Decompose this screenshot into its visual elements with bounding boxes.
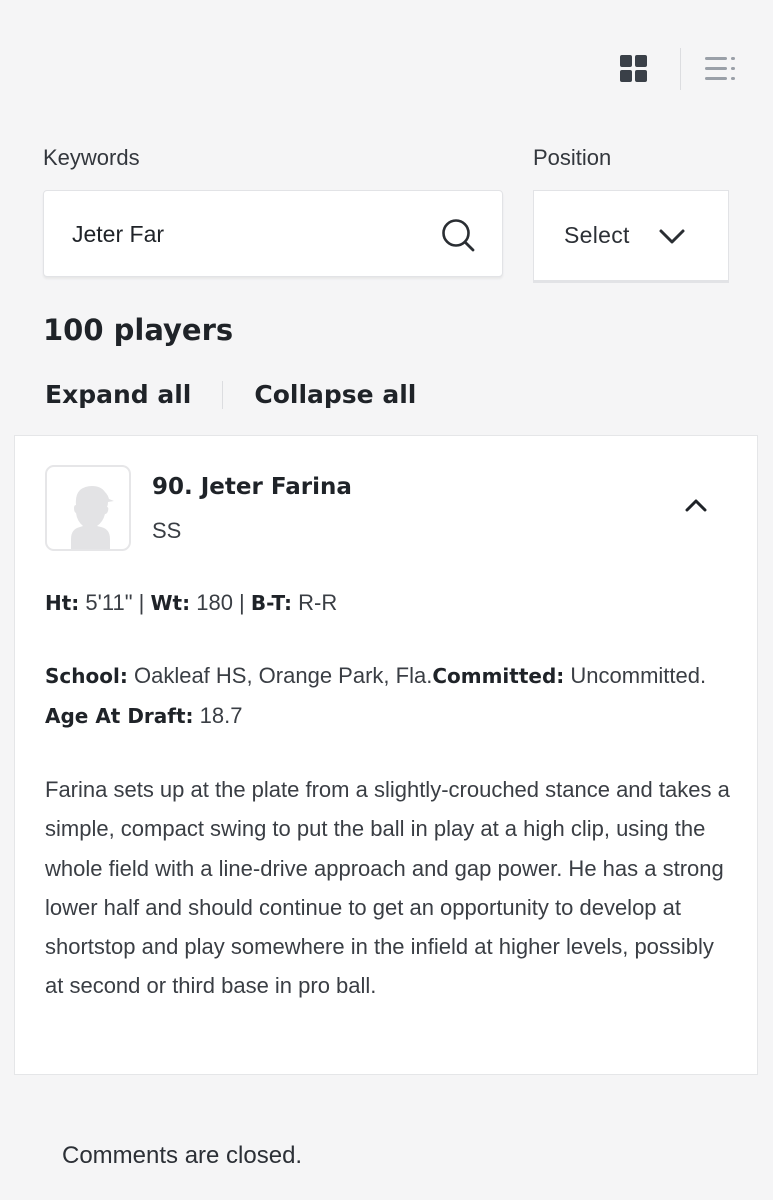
player-stats: Ht: 5'11" | Wt: 180 | B-T: R-R — [45, 590, 338, 615]
school-label: School: — [45, 664, 128, 688]
wt-label: Wt: — [150, 591, 191, 615]
keywords-search-box — [43, 190, 503, 277]
player-school-info: School: Oakleaf HS, Orange Park, Fla.Com… — [45, 656, 735, 736]
player-silhouette-icon — [71, 486, 114, 549]
committed-label: Committed: — [432, 664, 565, 688]
comments-closed-notice: Comments are closed. — [62, 1142, 303, 1169]
age-label: Age At Draft: — [45, 704, 194, 728]
school-value: Oakleaf HS, Orange Park, Fla. — [133, 663, 433, 688]
ht-label: Ht: — [45, 591, 80, 615]
keywords-input[interactable] — [72, 215, 432, 253]
position-select-value: Select — [564, 222, 630, 248]
list-view-icon — [705, 57, 735, 80]
ht-value: 5'11" — [85, 590, 133, 615]
age-value: 18.7 — [199, 703, 243, 728]
position-label: Position — [533, 145, 612, 170]
chevron-up-icon[interactable] — [683, 496, 709, 514]
toggle-divider — [680, 48, 681, 90]
collapse-all-button[interactable]: Collapse all — [254, 380, 416, 409]
chevron-down-icon — [659, 229, 685, 243]
player-name: 90. Jeter Farina — [152, 474, 352, 500]
player-description: Farina sets up at the plate from a sligh… — [45, 777, 730, 999]
grid-view-icon — [620, 55, 647, 82]
bt-label: B-T: — [250, 591, 293, 615]
list-view-button[interactable] — [705, 53, 737, 85]
grid-view-button[interactable] — [618, 53, 650, 85]
player-position: SS — [152, 518, 182, 543]
keywords-label: Keywords — [43, 145, 140, 170]
expand-collapse-actions: Expand all Collapse all — [45, 380, 416, 409]
player-card: 90. Jeter Farina SS Ht: 5'11" | Wt: 180 … — [14, 435, 758, 1075]
position-select[interactable]: Select — [533, 190, 729, 283]
avatar — [45, 465, 131, 551]
expand-all-button[interactable]: Expand all — [45, 380, 191, 409]
view-toggles — [618, 48, 737, 90]
actions-divider — [222, 380, 224, 409]
wt-value: 180 — [196, 590, 233, 615]
results-count: 100 players — [43, 313, 234, 347]
search-icon[interactable] — [440, 217, 476, 253]
bt-value: R-R — [298, 590, 338, 615]
committed-value: Uncommitted. — [570, 663, 707, 688]
